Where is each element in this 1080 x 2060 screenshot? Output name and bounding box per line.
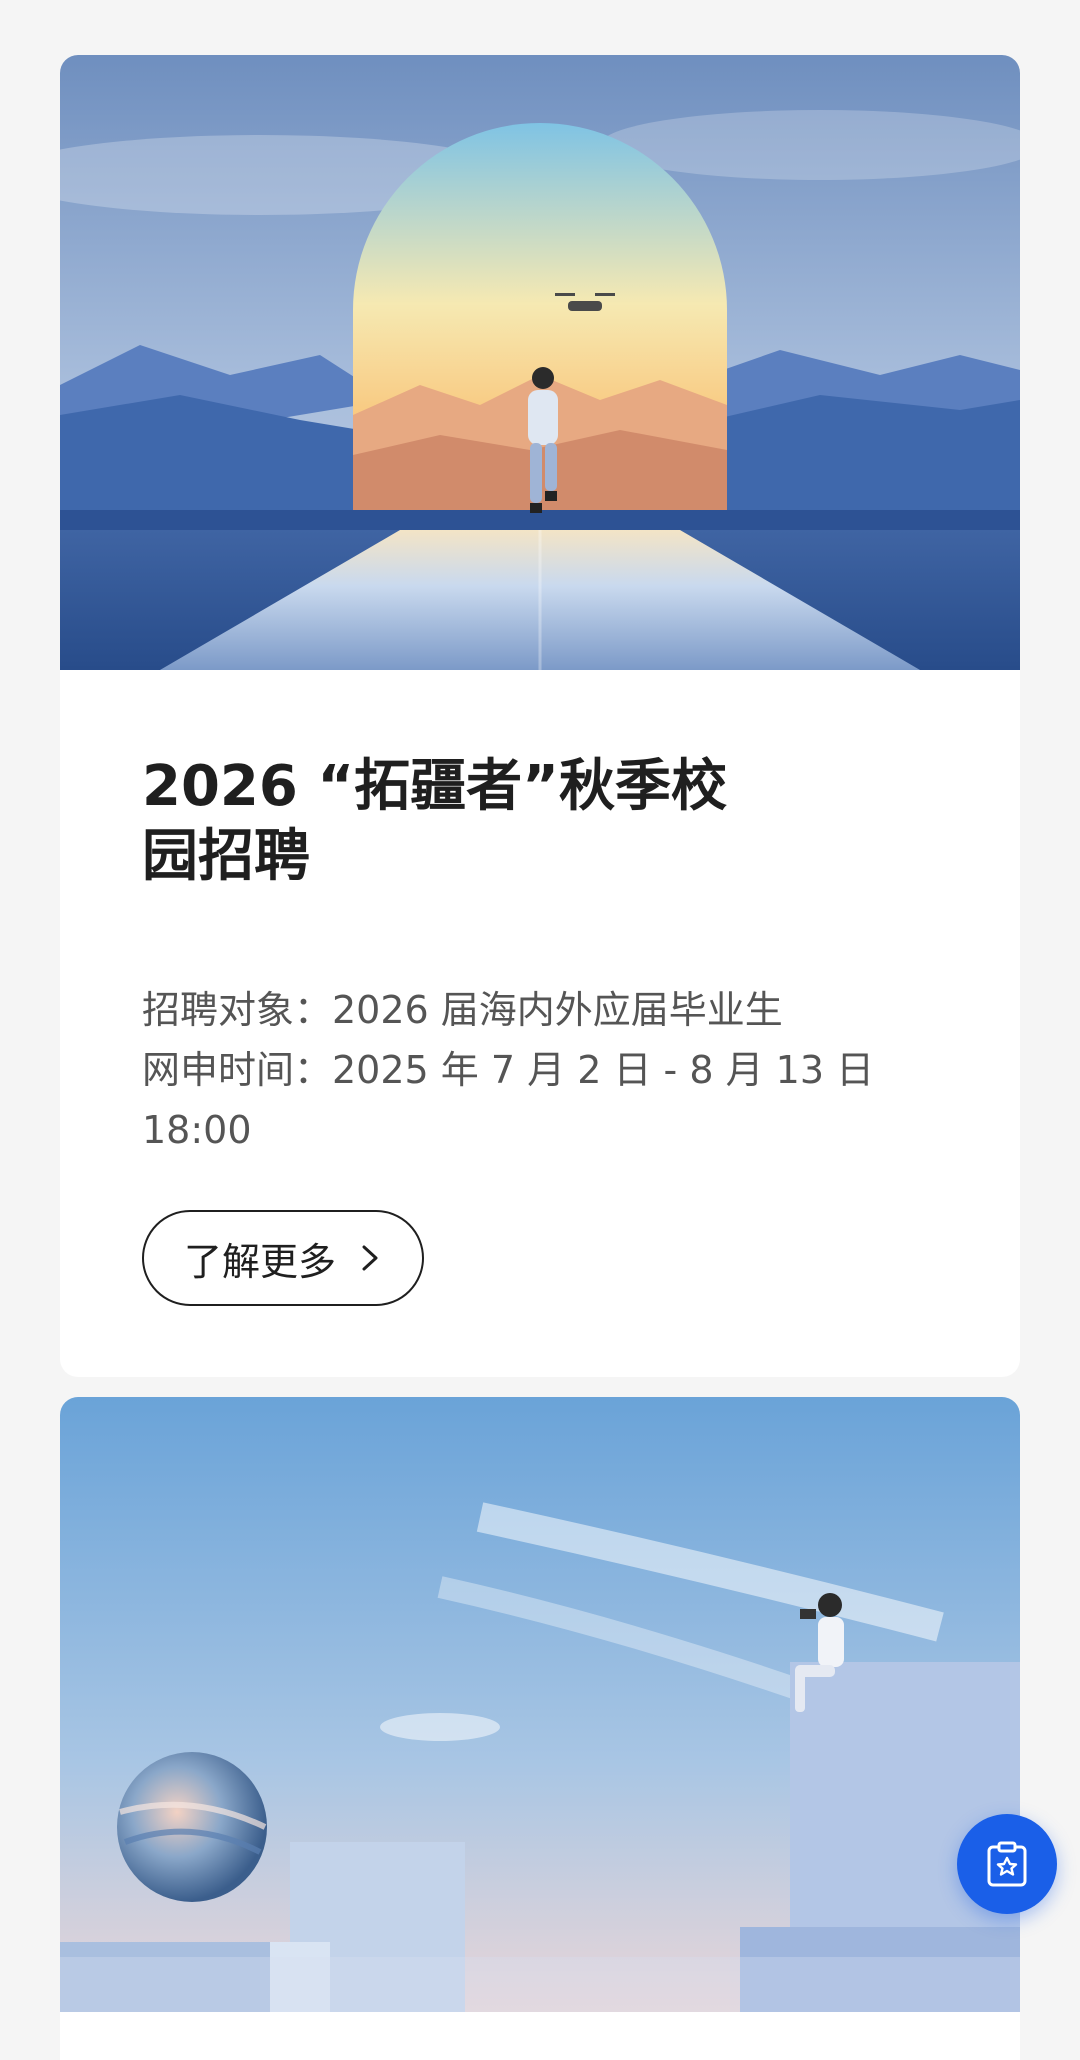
card-title: 2026 “拓疆者”秋季校园招聘 xyxy=(142,754,727,889)
recruitment-card-2[interactable] xyxy=(60,1397,1020,2060)
recruitment-card[interactable]: 2026 “拓疆者”秋季校园招聘 招聘对象：2026 届海内外应届毕业生 网申时… xyxy=(60,55,1020,1377)
clipboard-star-icon xyxy=(987,1841,1027,1887)
info-apply-time: 网申时间：2025 年 7 月 2 日 - 8 月 13 日 18:00 xyxy=(142,1048,875,1152)
learn-more-button[interactable]: 了解更多 xyxy=(142,1210,425,1306)
hero-image-arch-runner xyxy=(60,55,1020,670)
card-content: 2026 “拓疆者”秋季校园招聘 招聘对象：2026 届海内外应届毕业生 网申时… xyxy=(60,752,1020,1306)
chevron-right-icon xyxy=(362,1245,378,1271)
hero-image-observer xyxy=(60,1397,1020,2012)
page: 2026 “拓疆者”秋季校园招聘 招聘对象：2026 届海内外应届毕业生 网申时… xyxy=(0,0,1080,2060)
card-info: 招聘对象：2026 届海内外应届毕业生 网申时间：2025 年 7 月 2 日 … xyxy=(142,980,902,1160)
learn-more-label: 了解更多 xyxy=(184,1239,337,1284)
saved-jobs-fab[interactable] xyxy=(957,1814,1057,1914)
info-target: 招聘对象：2026 届海内外应届毕业生 xyxy=(142,988,783,1032)
